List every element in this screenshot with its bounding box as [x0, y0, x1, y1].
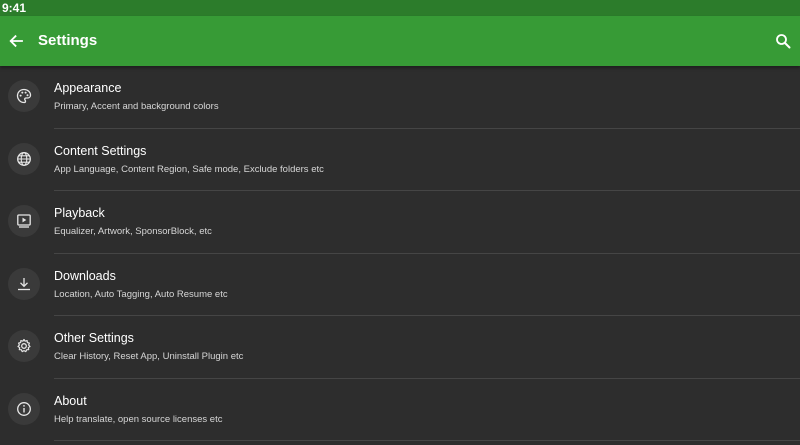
settings-item-content-settings[interactable]: Content Settings App Language, Content R… — [0, 129, 800, 191]
settings-item-subtitle: Location, Auto Tagging, Auto Resume etc — [54, 288, 228, 300]
app-bar: Settings — [0, 16, 800, 66]
icon-container — [8, 142, 40, 175]
divider — [54, 440, 800, 441]
settings-item-title: Appearance — [54, 81, 122, 95]
settings-item-title: About — [54, 393, 87, 408]
settings-item-title: Content Settings — [54, 143, 147, 158]
gear-icon — [16, 338, 32, 354]
icon-container — [8, 205, 40, 237]
settings-item-title: Playback — [54, 206, 105, 220]
settings-item-subtitle: Primary, Accent and background colors — [54, 101, 219, 112]
icon-container — [8, 392, 40, 425]
settings-item-subtitle: Clear History, Reset App, Uninstall Plug… — [54, 351, 244, 362]
settings-list: Appearance Primary, Accent and backgroun… — [0, 66, 800, 441]
back-button[interactable] — [3, 28, 29, 54]
page-title: Settings — [38, 32, 98, 49]
playback-icon — [16, 213, 32, 229]
download-icon — [16, 276, 32, 292]
icon-container — [8, 80, 40, 112]
settings-item-appearance[interactable]: Appearance Primary, Accent and backgroun… — [0, 66, 800, 129]
settings-item-title: Downloads — [54, 268, 116, 283]
arrow-back-icon — [8, 33, 24, 49]
settings-item-subtitle: Equalizer, Artwork, SponsorBlock, etc — [54, 226, 212, 237]
status-bar: 9:41 — [0, 0, 800, 16]
icon-container — [8, 330, 40, 362]
info-icon — [16, 401, 32, 417]
settings-item-playback[interactable]: Playback Equalizer, Artwork, SponsorBloc… — [0, 191, 800, 254]
settings-item-about[interactable]: About Help translate, open source licens… — [0, 379, 800, 441]
settings-item-downloads[interactable]: Downloads Location, Auto Tagging, Auto R… — [0, 254, 800, 316]
palette-icon — [16, 88, 32, 104]
status-time: 9:41 — [2, 1, 27, 15]
search-button[interactable] — [770, 28, 796, 54]
settings-item-other-settings[interactable]: Other Settings Clear History, Reset App,… — [0, 316, 800, 379]
search-icon — [775, 33, 791, 49]
settings-item-subtitle: Help translate, open source licenses etc — [54, 413, 223, 425]
settings-item-title: Other Settings — [54, 331, 134, 345]
icon-container — [8, 267, 40, 300]
settings-item-subtitle: App Language, Content Region, Safe mode,… — [54, 163, 324, 175]
globe-icon — [16, 151, 32, 167]
